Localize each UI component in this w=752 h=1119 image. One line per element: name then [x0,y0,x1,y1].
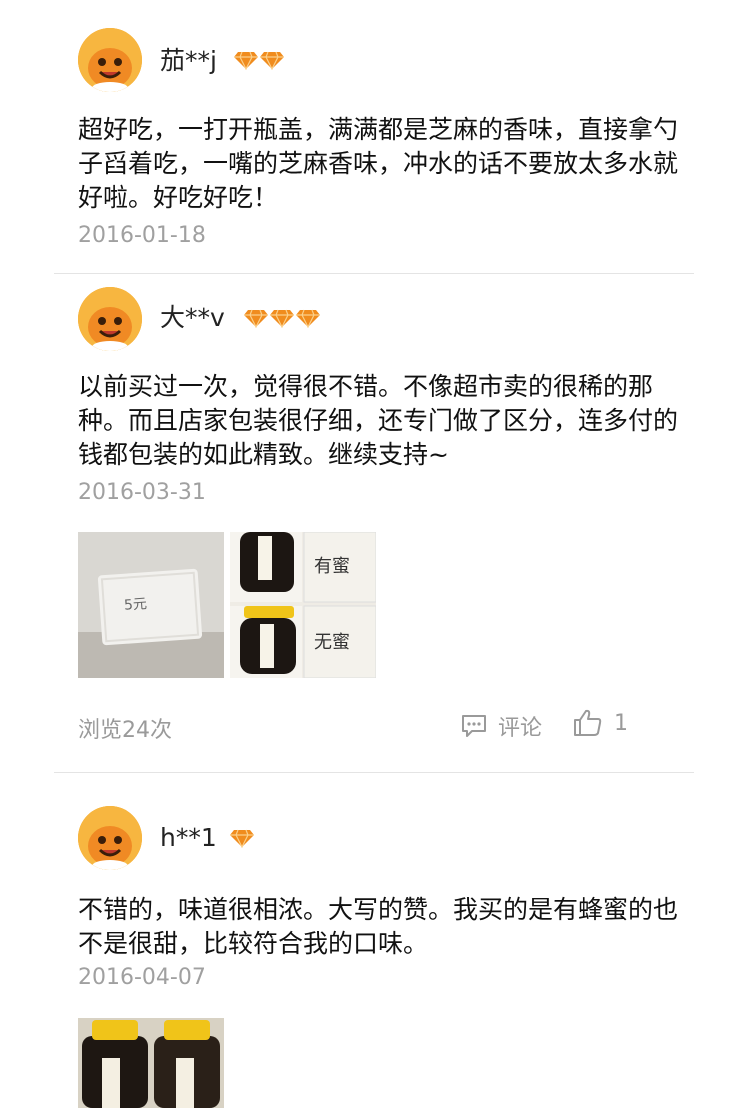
review-text: 以前买过一次，觉得很不错。不像超市卖的很稀的那种。而且店家包装很仔细，还专门做了… [78,372,679,469]
diamond-icon [244,309,268,328]
mascot-avatar-icon [78,287,142,351]
username[interactable]: h**1 [160,823,217,853]
envelope-photo [78,532,224,678]
diamond-icon [270,309,294,328]
photo-label: 无蜜 [314,632,350,653]
member-badges [244,308,320,328]
comment-icon [462,715,486,737]
comment-button[interactable]: 评论 [460,710,542,742]
avatar[interactable] [78,287,142,351]
avatar[interactable] [78,806,142,870]
mascot-avatar-icon [78,806,142,870]
photo-label: 有蜜 [314,556,350,577]
avatar[interactable] [78,28,142,92]
honey-jars-photo [78,1018,224,1108]
member-badges [234,50,284,70]
username[interactable]: 大**v [160,303,225,333]
jars-photo [230,532,376,678]
diamond-icon [234,51,258,70]
review-date: 2016-01-18 [78,223,206,248]
view-count: 浏览24次 [78,718,172,743]
review-date: 2016-03-31 [78,480,206,505]
photo-label: 5元 [123,596,148,614]
diamond-icon [260,51,284,70]
mascot-avatar-icon [78,28,142,92]
divider [54,772,694,773]
comment-label: 评论 [498,716,543,741]
like-count: 1 [614,710,628,736]
diamond-icon [230,829,254,848]
review-text: 超好吃，一打开瓶盖，满满都是芝麻的香味，直接拿勺子舀着吃，一嘴的芝麻香味，冲水的… [78,115,679,212]
divider [54,273,694,274]
review-photo[interactable] [78,1018,224,1108]
review-photo[interactable]: 5元 [78,532,224,678]
thumbs-up-icon [574,709,602,736]
review-photo[interactable]: 有蜜 无蜜 [230,532,376,678]
review-date: 2016-04-07 [78,965,206,990]
like-button[interactable]: 1 [572,708,628,738]
review-list: 茄**j 超好吃，一打开瓶盖，满满都是芝麻的香味，直接拿勺子舀着吃，一嘴的芝麻香… [0,0,752,1119]
member-badges [230,828,254,848]
diamond-icon [296,309,320,328]
review-text: 不错的，味道很相浓。大写的赞。我买的是有蜂蜜的也不是很甜，比较符合我的口味。 [78,895,679,958]
username[interactable]: 茄**j [160,46,217,76]
